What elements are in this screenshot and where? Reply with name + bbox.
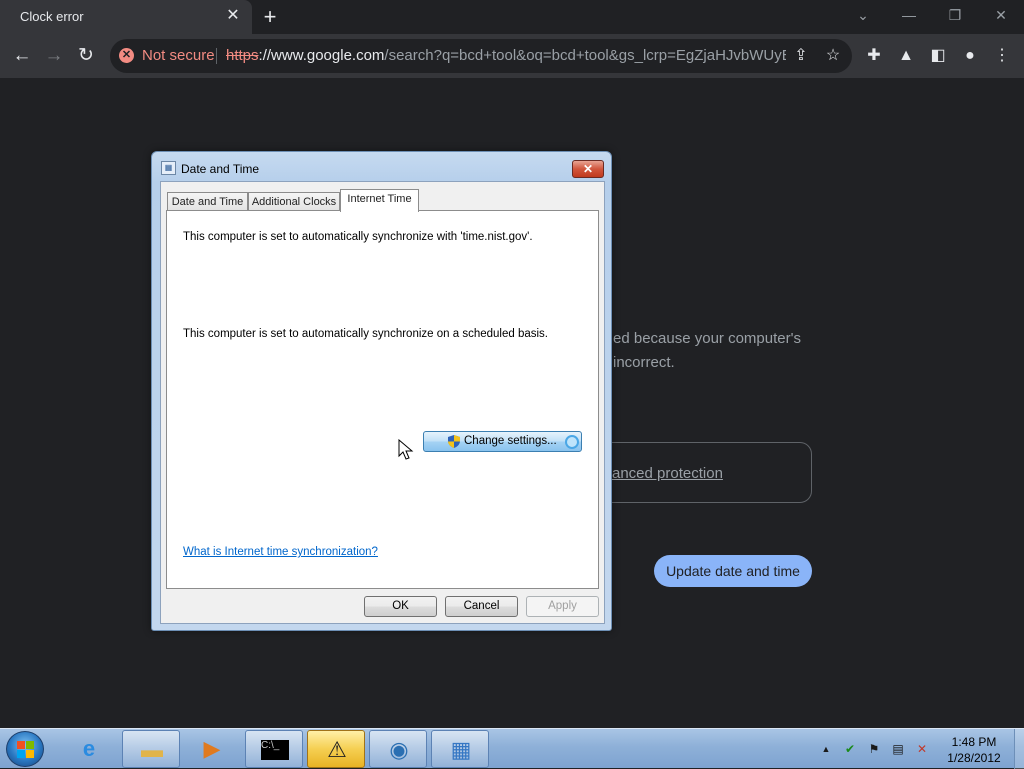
busy-spinner-icon (565, 435, 579, 449)
chrome-icon: ◉ (389, 737, 409, 762)
date-time-dialog: ▦ Date and Time ✕ Date and Time Addition… (151, 151, 612, 631)
dialog-close-icon[interactable]: ✕ (572, 160, 604, 178)
calendar-clock-icon: ▦ (450, 737, 472, 762)
taskbar-media-player[interactable]: ▶ (183, 730, 241, 768)
command-prompt-icon: C:\_ (261, 740, 289, 760)
not-secure-icon[interactable]: ✕ (119, 48, 134, 63)
calendar-clock-icon: ▦ (161, 161, 176, 175)
chrome-menu-icon[interactable]: ⋮ (990, 44, 1014, 68)
taskbar-explorer[interactable]: ▬ (122, 730, 180, 768)
taskbar-internet-explorer[interactable]: e (60, 730, 118, 768)
tab-strip: Clock error ✕ + ⌄ — ❐ ✕ (0, 0, 1024, 34)
share-icon[interactable]: ⇪ (790, 45, 812, 67)
tab-internet-time[interactable]: Internet Time (340, 189, 419, 212)
folder-icon: ▬ (141, 737, 163, 762)
taskbar-warning-app[interactable]: ⚠ (307, 730, 365, 768)
labs-flask-icon[interactable]: ▲ (894, 44, 918, 68)
dialog-titlebar[interactable]: ▦ Date and Time ✕ (152, 152, 611, 182)
tab-search-chevron-icon[interactable]: ⌄ (848, 4, 878, 26)
network-icon[interactable]: ▤ (890, 741, 906, 757)
clock-date: 1/28/2012 (947, 751, 1001, 765)
internet-time-panel: This computer is set to automatically sy… (166, 210, 599, 589)
window-close-icon[interactable]: ✕ (986, 4, 1016, 26)
taskbar-command-prompt[interactable]: C:\_ (245, 730, 303, 768)
error-body-text: ed because your computer's incorrect. (613, 327, 813, 375)
side-panel-icon[interactable]: ◧ (926, 44, 950, 68)
url-host: ://www.google.com (258, 47, 385, 64)
windows-taskbar: e ▬ ▶ C:\_ ⚠ ◉ ▦ ▲ ✔ ⚑ ▤ ✕ 1:48 PM 1/28/… (0, 728, 1024, 769)
url-text[interactable]: https://www.google.com/search?q=bcd+tool… (226, 47, 786, 64)
restore-icon[interactable]: ❐ (940, 4, 970, 26)
error-line-1: ed because your computer's (613, 330, 801, 347)
profile-avatar-icon[interactable]: ● (958, 44, 982, 68)
bookmark-star-icon[interactable]: ☆ (822, 45, 844, 67)
dialog-title: Date and Time (181, 162, 260, 176)
sync-schedule-text: This computer is set to automatically sy… (183, 328, 548, 340)
show-desktop-button[interactable] (1014, 729, 1024, 769)
apply-button[interactable]: Apply (526, 596, 599, 617)
minimize-icon[interactable]: — (894, 4, 924, 26)
dialog-client: Date and Time Additional Clocks Internet… (160, 181, 605, 624)
internet-explorer-icon: e (82, 736, 96, 761)
action-center-flag-icon[interactable]: ⚑ (866, 741, 882, 757)
taskbar-date-time[interactable]: ▦ (431, 730, 489, 768)
media-player-icon: ▶ (203, 736, 221, 761)
uac-shield-icon (448, 435, 460, 448)
tab-title: Clock error (20, 9, 84, 24)
windows-logo-icon (17, 741, 34, 758)
security-check-icon[interactable]: ✔ (842, 741, 858, 757)
warning-icon: ⚠ (327, 737, 347, 762)
back-icon[interactable]: ← (7, 41, 37, 71)
volume-muted-icon[interactable]: ✕ (914, 741, 930, 757)
enhanced-protection-link[interactable]: anced protection (612, 465, 723, 482)
sync-server-text: This computer is set to automatically sy… (183, 231, 533, 243)
tab-additional-clocks[interactable]: Additional Clocks (248, 192, 340, 211)
reload-icon[interactable]: ↻ (71, 41, 101, 71)
show-hidden-icons-icon[interactable]: ▲ (818, 741, 834, 757)
url-scheme: https (226, 47, 259, 64)
change-settings-button[interactable]: Change settings... (423, 431, 582, 452)
change-settings-label: Change settings... (464, 435, 557, 447)
update-date-time-button[interactable]: Update date and time (654, 555, 812, 587)
address-bar[interactable]: ✕ Not secure https://www.google.com/sear… (110, 39, 852, 73)
internet-time-help-link[interactable]: What is Internet time synchronization? (183, 546, 378, 558)
tab-clock-error[interactable]: Clock error ✕ (0, 0, 252, 34)
extensions-puzzle-icon[interactable]: ✚ (862, 44, 886, 68)
error-line-2: incorrect. (613, 354, 675, 371)
new-tab-button[interactable]: + (258, 4, 282, 30)
security-label[interactable]: Not secure (142, 47, 215, 64)
forward-icon[interactable]: → (39, 41, 69, 71)
start-button[interactable] (6, 731, 44, 767)
system-clock[interactable]: 1:48 PM 1/28/2012 (938, 734, 1010, 766)
mouse-pointer-icon (398, 439, 414, 460)
clock-time: 1:48 PM (951, 735, 997, 749)
tab-close-icon[interactable]: ✕ (224, 6, 242, 26)
ok-button[interactable]: OK (364, 596, 437, 617)
browser-toolbar: ← → ↻ ✕ Not secure https://www.google.co… (0, 34, 1024, 78)
cancel-button[interactable]: Cancel (445, 596, 518, 617)
omnibox-divider (216, 48, 217, 64)
taskbar-chrome[interactable]: ◉ (369, 730, 427, 768)
url-path: /search?q=bcd+tool&oq=bcd+tool&gs_lcrp=E… (384, 47, 786, 64)
tab-date-and-time[interactable]: Date and Time (167, 192, 248, 211)
